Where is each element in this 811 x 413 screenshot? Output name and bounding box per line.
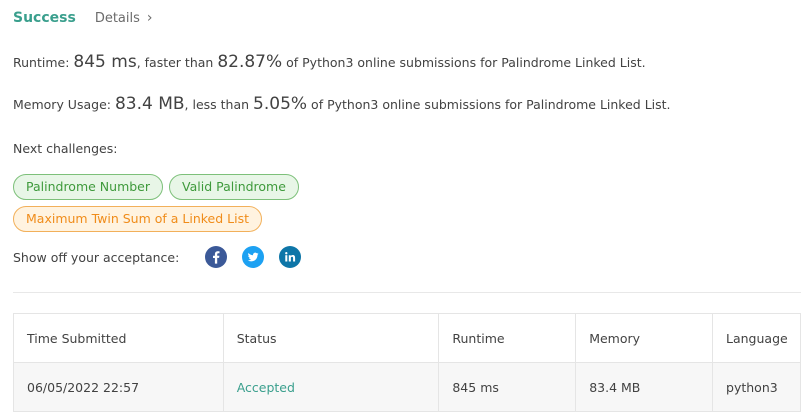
- facebook-icon[interactable]: [205, 246, 228, 268]
- memory-value: 83.4 MB: [114, 94, 185, 114]
- runtime-label: Runtime:: [13, 55, 70, 70]
- cell-runtime: 845 ms: [438, 362, 577, 412]
- cell-status: Accepted: [222, 362, 440, 412]
- challenge-tag-valid-palindrome[interactable]: Valid Palindrome: [169, 174, 299, 200]
- status-accepted-link[interactable]: Accepted: [237, 380, 295, 395]
- memory-percent: 5.05%: [253, 94, 308, 114]
- status-title: Success: [13, 10, 76, 26]
- twitter-icon[interactable]: [242, 246, 265, 268]
- memory-label: Memory Usage:: [13, 97, 111, 112]
- result-header: Success Details ›: [13, 10, 153, 26]
- details-link[interactable]: Details ›: [95, 11, 153, 26]
- cell-memory: 83.4 MB: [575, 362, 714, 412]
- runtime-value: 845 ms: [73, 52, 137, 72]
- challenge-tag-palindrome-number[interactable]: Palindrome Number: [13, 174, 164, 200]
- linkedin-icon[interactable]: [279, 246, 302, 268]
- column-header-status: Status: [222, 313, 440, 363]
- share-row: Show off your acceptance:: [13, 246, 302, 268]
- next-challenges-label: Next challenges:: [13, 141, 118, 156]
- runtime-suffix: of Python3 online submissions for Palind…: [286, 55, 646, 70]
- runtime-comparison: , faster than: [136, 55, 214, 70]
- next-challenges-list: Palindrome Number Valid Palindrome Maximu…: [13, 174, 333, 238]
- column-header-time-submitted: Time Submitted: [13, 313, 224, 363]
- column-header-memory: Memory: [575, 313, 714, 363]
- memory-suffix: of Python3 online submissions for Palind…: [311, 97, 671, 112]
- section-divider: [13, 292, 801, 293]
- memory-comparison: , less than: [184, 97, 250, 112]
- challenge-tag-maximum-twin-sum[interactable]: Maximum Twin Sum of a Linked List: [13, 206, 262, 232]
- runtime-stat: Runtime: 845 ms, faster than 82.87% of P…: [13, 52, 646, 72]
- column-header-language: Language: [712, 313, 801, 363]
- cell-language: python3: [712, 362, 801, 412]
- column-header-runtime: Runtime: [438, 313, 577, 363]
- runtime-percent: 82.87%: [217, 52, 283, 72]
- details-label[interactable]: Details: [95, 11, 140, 26]
- chevron-right-icon[interactable]: ›: [147, 11, 153, 25]
- memory-stat: Memory Usage: 83.4 MB, less than 5.05% o…: [13, 94, 671, 114]
- submissions-table: Time Submitted Status Runtime Memory Lan…: [13, 313, 801, 412]
- table-row: 06/05/2022 22:57 Accepted 845 ms 83.4 MB…: [13, 362, 801, 412]
- share-label: Show off your acceptance:: [13, 249, 180, 265]
- cell-time-submitted: 06/05/2022 22:57: [13, 362, 224, 412]
- table-header-row: Time Submitted Status Runtime Memory Lan…: [13, 313, 801, 363]
